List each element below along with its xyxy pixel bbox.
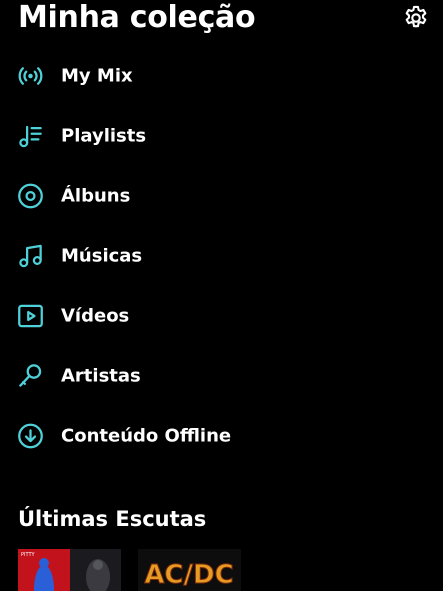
menu-item-artists[interactable]: Artistas bbox=[0, 346, 443, 406]
recent-item-acdc[interactable]: AC/DC bbox=[138, 549, 241, 591]
menu-label-playlists: Playlists bbox=[61, 125, 147, 147]
menu-item-my-mix[interactable]: My Mix bbox=[0, 46, 443, 106]
radio-broadcast-icon bbox=[18, 67, 43, 85]
download-circle-icon bbox=[18, 423, 43, 449]
menu-label-offline: Conteúdo Offline bbox=[61, 425, 232, 447]
menu-label-videos: Vídeos bbox=[61, 305, 130, 327]
gear-icon[interactable] bbox=[402, 4, 430, 32]
recent-item-pitty[interactable]: PITTY bbox=[18, 549, 121, 591]
album-art-text: AC/DC bbox=[144, 560, 233, 590]
menu-item-albums[interactable]: Álbuns bbox=[0, 166, 443, 226]
menu-item-offline[interactable]: Conteúdo Offline bbox=[0, 406, 443, 466]
album-disc-icon bbox=[18, 183, 43, 209]
playlist-icon bbox=[19, 125, 42, 148]
menu-label-my-mix: My Mix bbox=[61, 65, 133, 87]
collection-screen: Minha coleção My Mix Playlists Álbuns Mú… bbox=[0, 0, 443, 591]
album-cover-image: AC/DC bbox=[138, 549, 241, 591]
header: Minha coleção bbox=[0, 0, 443, 40]
album-art-text: PITTY bbox=[21, 552, 36, 558]
menu-item-playlists[interactable]: Playlists bbox=[0, 106, 443, 166]
microphone-icon bbox=[19, 364, 42, 387]
music-note-icon bbox=[19, 244, 42, 268]
album-cover-image: PITTY bbox=[18, 549, 121, 591]
menu-label-artists: Artistas bbox=[61, 365, 141, 387]
menu-item-videos[interactable]: Vídeos bbox=[0, 286, 443, 346]
menu-item-songs[interactable]: Músicas bbox=[0, 226, 443, 286]
menu-label-albums: Álbuns bbox=[61, 185, 131, 207]
recent-section-title: Últimas Escutas bbox=[18, 507, 207, 531]
page-title: Minha coleção bbox=[18, 0, 256, 35]
video-play-icon bbox=[18, 304, 43, 328]
menu-label-songs: Músicas bbox=[61, 245, 143, 267]
